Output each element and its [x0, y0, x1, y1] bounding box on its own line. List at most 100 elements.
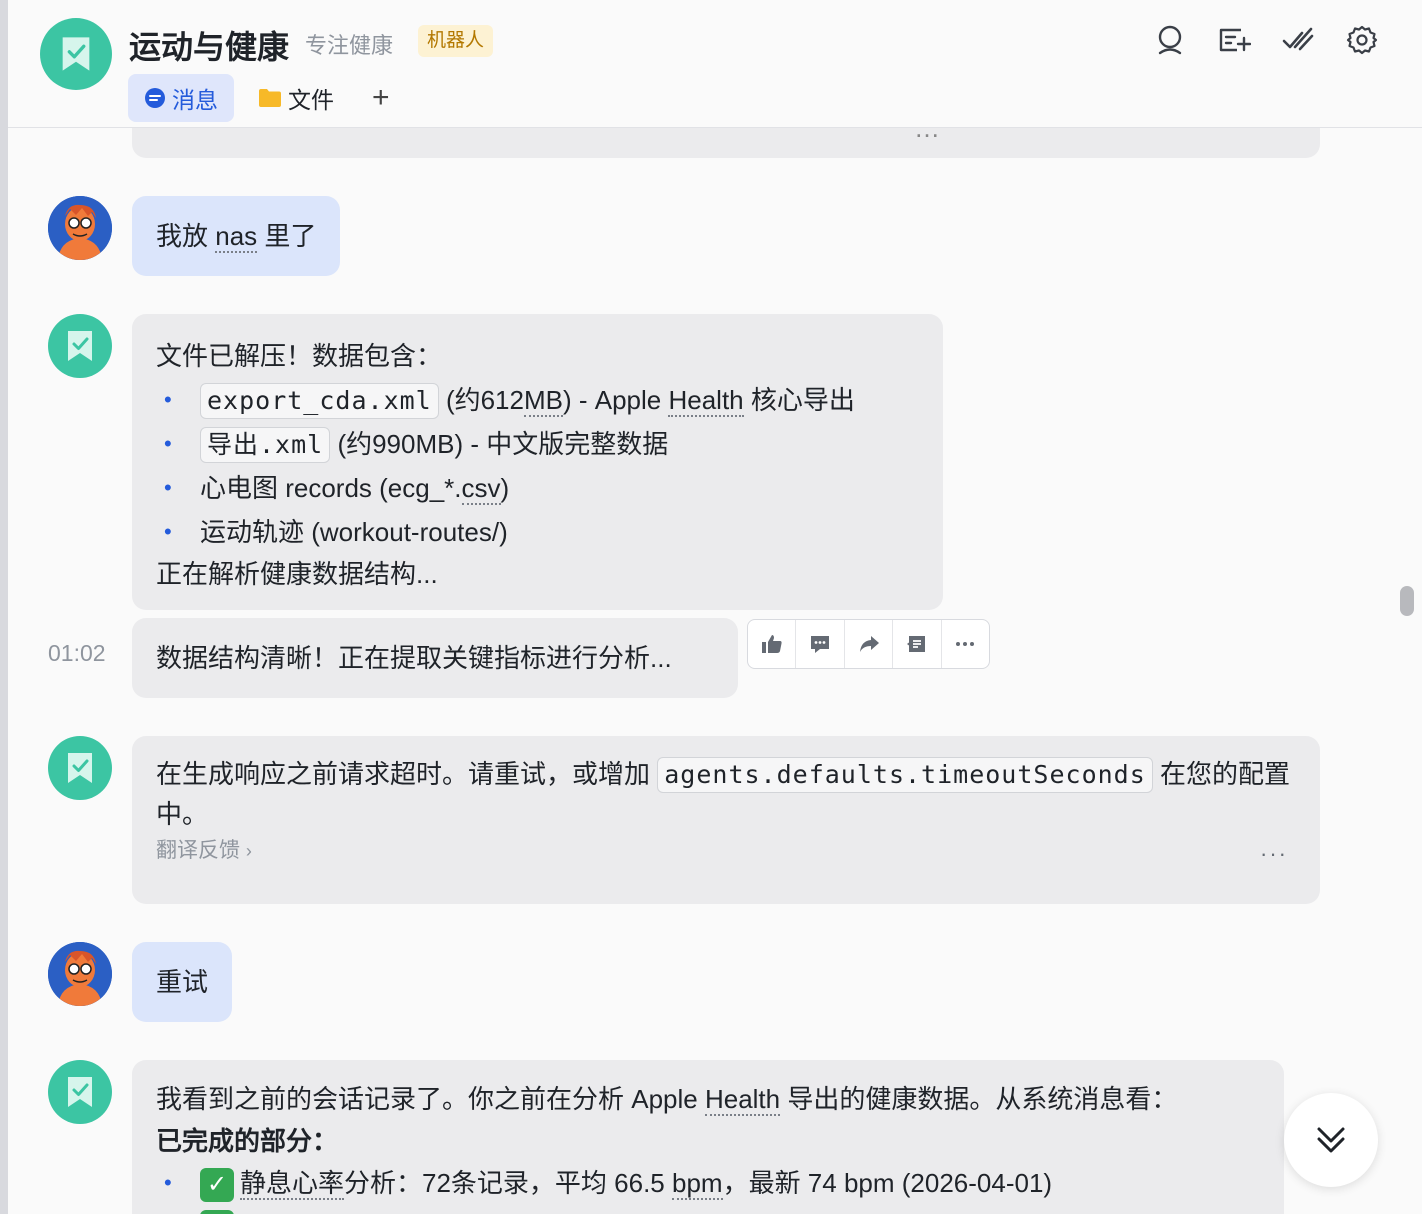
scrollbar-thumb[interactable]: [1400, 586, 1414, 616]
bot-avatar[interactable]: [48, 1060, 112, 1124]
chat-avatar[interactable]: [40, 18, 112, 90]
user-avatar[interactable]: [48, 942, 112, 1006]
list-item-text: 运动轨迹 (workout-routes/): [200, 517, 508, 547]
tab-messages[interactable]: 消息: [128, 74, 234, 122]
bookmark-check-icon: [68, 331, 92, 361]
chevron-double-down-icon: [1317, 1127, 1345, 1153]
header-actions: [1150, 20, 1382, 60]
term-link[interactable]: 静息心率: [240, 1168, 345, 1200]
folder-icon: [259, 89, 281, 107]
message-bubble-icon: [145, 88, 165, 108]
message-text: 数据结构清晰！正在提取关键指标进行分析...: [156, 643, 672, 673]
bookmark-check-icon: [68, 753, 92, 783]
chat-tabs: 消息 文件 +: [128, 74, 412, 122]
search-button[interactable]: [1150, 20, 1190, 60]
message-bubble-user[interactable]: 重试: [132, 942, 233, 1022]
list-item-text: ，最新 74 bpm (2026-04-01): [722, 1168, 1053, 1198]
term-link[interactable]: csv: [461, 473, 501, 505]
user-avatar-icon: [48, 196, 112, 260]
settings-button[interactable]: [1342, 20, 1382, 60]
term-link[interactable]: MB: [523, 385, 563, 417]
feedback-label: 翻译反馈: [156, 839, 240, 862]
list-item: 导出.xml (约990MB) - 中文版完整数据: [156, 422, 919, 466]
settings-icon: [1346, 25, 1378, 55]
bot-badge: 机器人: [418, 25, 494, 57]
chevron-right-icon: ›: [245, 841, 252, 861]
thumbs-up-icon: [761, 635, 782, 653]
bookmark-check-icon: [68, 1077, 92, 1107]
chat-header: 运动与健康 专注健康 机器人 消息 文件 +: [8, 0, 1422, 128]
add-message-icon: [1219, 28, 1251, 52]
reply-button[interactable]: [796, 620, 845, 668]
inline-code: 导出.xml: [200, 427, 331, 463]
bookmark-check-icon: [62, 37, 90, 71]
message-text-part: 导出的健康数据。从系统消息看：: [780, 1084, 1178, 1114]
bot-avatar[interactable]: [48, 314, 112, 378]
scroll-to-bottom-button[interactable]: [1284, 1093, 1378, 1187]
message-text-tail: 里了: [257, 221, 317, 251]
thumbs-up-button[interactable]: [748, 620, 797, 668]
message-bubble-bot[interactable]: 文件已解压！数据包含： export_cda.xml (约612MB) - Ap…: [132, 314, 943, 610]
list-item-text: ) - Apple: [562, 385, 669, 415]
message-outro: 正在解析健康数据结构...: [156, 559, 438, 589]
list-item: export_cda.xml (约612MB) - Apple Health 核…: [156, 378, 919, 422]
message-action-toolbar: [747, 619, 990, 669]
chat-title[interactable]: 运动与健康: [129, 22, 289, 68]
message-bubble-bot[interactable]: 在生成响应之前请求超时。请重试，或增加 agents.defaults.time…: [132, 736, 1320, 904]
message-bubble-bot[interactable]: 我看到之前的会话记录了。你之前在分析 Apple Health 导出的健康数据。…: [132, 1060, 1284, 1214]
forward-button[interactable]: [845, 620, 894, 668]
inline-code: agents.defaults.timeoutSeconds: [657, 757, 1153, 793]
message-text: 在生成响应之前请求超时。请重试，或增加 agents.defaults.time…: [156, 754, 1296, 834]
list-item: [156, 1204, 1260, 1214]
completed-list: ✓静息心率分析：72条记录，平均 66.5 bpm，最新 74 bpm (202…: [156, 1162, 1260, 1214]
search-icon: [1158, 25, 1182, 55]
message-text-part: 在生成响应之前请求超时。请重试，或增加: [156, 759, 658, 789]
message-bubble-user[interactable]: 我放 nas 里了: [132, 196, 341, 276]
file-list: export_cda.xml (约612MB) - Apple Health 核…: [156, 378, 919, 554]
message-timestamp: 01:02: [48, 640, 106, 666]
nas-link[interactable]: nas: [215, 221, 258, 253]
check-all-icon: [1282, 27, 1314, 51]
list-item: 心电图 records (ecg_*.csv): [156, 466, 919, 510]
section-heading: 已完成的部分：: [156, 1126, 339, 1156]
inline-code: export_cda.xml: [200, 383, 439, 419]
tab-files[interactable]: 文件: [242, 74, 350, 122]
mark-done-button[interactable]: [1278, 20, 1318, 60]
tab-label: 消息: [172, 87, 218, 113]
tab-label: 文件: [288, 87, 334, 113]
message-text-part: 我看到之前的会话记录了。你之前在分析 Apple: [156, 1084, 705, 1114]
list-item-text: 心电图 records (ecg_*.: [200, 473, 462, 503]
term-link[interactable]: Health: [668, 385, 744, 417]
add-tab-button[interactable]: +: [358, 74, 404, 122]
user-avatar-icon: [48, 942, 112, 1006]
list-item-text: (约612: [438, 385, 524, 415]
list-item: 运动轨迹 (workout-routes/): [156, 510, 919, 554]
translation-feedback-link[interactable]: 翻译反馈 ›: [156, 834, 1296, 868]
message-more-button[interactable]: ···: [1260, 834, 1288, 874]
check-mark-icon: [200, 1210, 234, 1214]
message-text: 我放: [156, 221, 216, 251]
message-bubble-bot[interactable]: 数据结构清晰！正在提取关键指标进行分析...: [132, 618, 738, 698]
quote-icon: [906, 636, 925, 652]
message-intro: 文件已解压！数据包含：: [156, 341, 443, 371]
more-icon: [956, 642, 975, 646]
list-item-text: (约990MB) - 中文版完整数据: [330, 429, 669, 459]
term-link[interactable]: Health: [704, 1084, 781, 1116]
forward-icon: [859, 636, 879, 652]
list-item-text: 核心导出: [743, 385, 855, 415]
chat-subtitle: 专注健康: [305, 33, 394, 58]
list-item-text: 分析：72条记录，平均 66.5: [344, 1168, 672, 1198]
list-item-text: ): [500, 473, 510, 503]
chat-panel: … 我放 nas 里了 文件已解压！数据包含： • export_cda.xml…: [8, 0, 1422, 1214]
user-avatar[interactable]: [48, 196, 112, 260]
message-text: 我看到之前的会话记录了。你之前在分析 Apple Health 导出的健康数据。…: [156, 1078, 1260, 1120]
window-edge: [0, 0, 8, 1214]
message-text: 重试: [156, 967, 209, 997]
comment-icon: [811, 636, 830, 653]
new-topic-button[interactable]: [1214, 20, 1254, 60]
more-actions-button[interactable]: [942, 620, 989, 668]
bot-avatar[interactable]: [48, 736, 112, 800]
term-link[interactable]: bpm: [672, 1168, 723, 1200]
message-list[interactable]: … 我放 nas 里了 文件已解压！数据包含： • export_cda.xml…: [8, 0, 1422, 1214]
quote-button[interactable]: [893, 620, 942, 668]
